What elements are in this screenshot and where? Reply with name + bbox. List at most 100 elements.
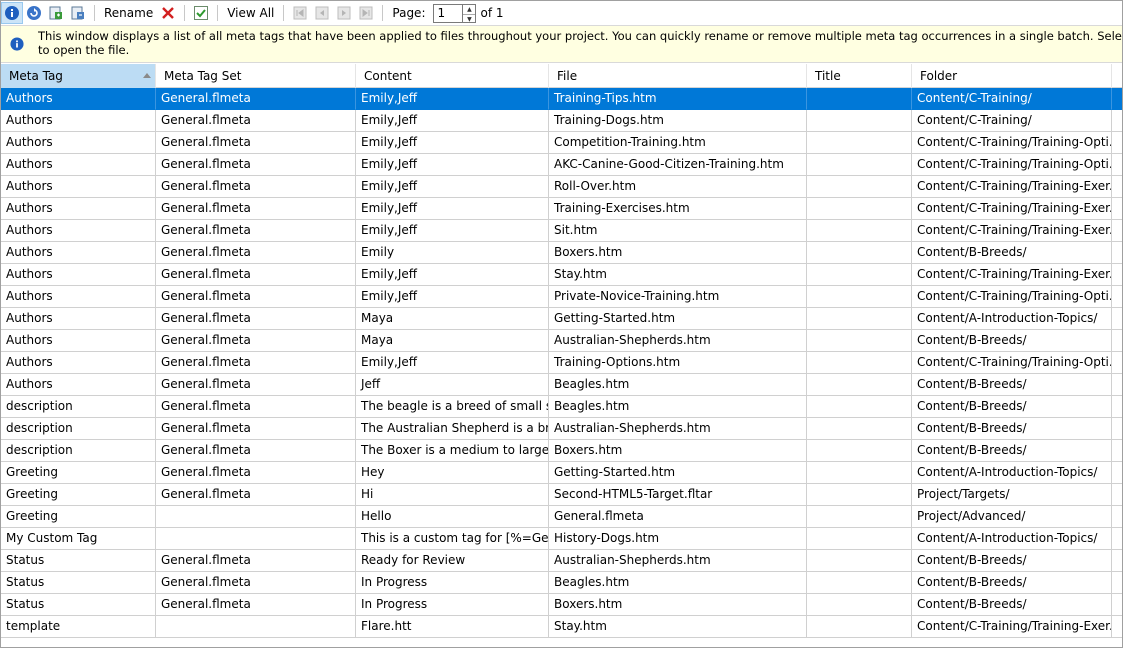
refresh-icon[interactable] <box>23 2 45 24</box>
title-cell <box>807 462 912 484</box>
table-row[interactable]: Status General.flmeta In Progress Beagles.h… <box>1 572 1122 594</box>
toolbar-separator <box>382 5 384 21</box>
table-row[interactable]: Authors General.flmeta Maya Getting-Started… <box>1 308 1122 330</box>
row-filler <box>1112 330 1122 352</box>
row-filler <box>1112 572 1122 594</box>
title-cell <box>807 264 912 286</box>
content-cell: Emily,Jeff <box>356 176 549 198</box>
folder-cell: Content/B-Breeds/ <box>912 396 1112 418</box>
table-row[interactable]: Authors General.flmeta Emily,Jeff Competiti… <box>1 132 1122 154</box>
column-header-content[interactable]: Content <box>356 64 549 88</box>
table-row[interactable]: Authors General.flmeta Emily,Jeff Training-… <box>1 88 1122 110</box>
file-cell: Training-Options.htm <box>549 352 807 374</box>
table-row[interactable]: Greeting Hello General.flmeta Project/Advan… <box>1 506 1122 528</box>
table-row[interactable]: Authors General.flmeta Emily,Jeff Training-… <box>1 198 1122 220</box>
table-row[interactable]: Authors General.flmeta Jeff Beagles.htm Cont… <box>1 374 1122 396</box>
page-label: Page: <box>392 6 426 20</box>
folder-cell: Content/C-Training/Training-Exer... <box>912 220 1112 242</box>
column-header-file[interactable]: File <box>549 64 807 88</box>
meta-tag-set-cell: General.flmeta <box>156 396 356 418</box>
column-header-folder[interactable]: Folder <box>912 64 1112 88</box>
table-row[interactable]: Authors General.flmeta Emily,Jeff Stay.htm C… <box>1 264 1122 286</box>
page-number-input[interactable] <box>433 3 464 23</box>
meta-tag-cell: Authors <box>1 352 156 374</box>
meta-tag-cell: description <box>1 418 156 440</box>
row-filler <box>1112 176 1122 198</box>
row-filler <box>1112 110 1122 132</box>
row-filler <box>1112 418 1122 440</box>
spinner-down-icon[interactable]: ▼ <box>463 13 476 24</box>
row-filler <box>1112 506 1122 528</box>
content-cell: In Progress <box>356 594 549 616</box>
meta-tag-cell: Authors <box>1 198 156 220</box>
row-filler <box>1112 484 1122 506</box>
meta-tag-cell: Authors <box>1 88 156 110</box>
folder-cell: Content/B-Breeds/ <box>912 418 1112 440</box>
delete-icon[interactable] <box>157 2 179 24</box>
meta-tag-set-cell: General.flmeta <box>156 572 356 594</box>
table-row[interactable]: Authors General.flmeta Emily,Jeff Private-N… <box>1 286 1122 308</box>
meta-tag-set-cell <box>156 506 356 528</box>
folder-cell: Content/B-Breeds/ <box>912 374 1112 396</box>
check-icon[interactable] <box>190 2 212 24</box>
rename-button[interactable]: Rename <box>100 2 157 24</box>
column-header-meta-tag-set[interactable]: Meta Tag Set <box>156 64 356 88</box>
column-header-meta-tag[interactable]: Meta Tag <box>1 64 156 88</box>
folder-cell: Content/C-Training/ <box>912 110 1112 132</box>
prev-page-icon[interactable] <box>311 2 333 24</box>
table-row[interactable]: description General.flmeta The Australian … <box>1 418 1122 440</box>
next-page-icon[interactable] <box>333 2 355 24</box>
info-icon[interactable] <box>1 2 23 24</box>
file-cell: Beagles.htm <box>549 572 807 594</box>
table-row[interactable]: template Flare.htt Stay.htm Content/C-Train… <box>1 616 1122 638</box>
file-cell: Beagles.htm <box>549 396 807 418</box>
row-filler <box>1112 550 1122 572</box>
file-cell: Australian-Shepherds.htm <box>549 418 807 440</box>
table-row[interactable]: Authors General.flmeta Emily Boxers.htm Cont… <box>1 242 1122 264</box>
content-cell: Emily,Jeff <box>356 110 549 132</box>
content-cell: Emily,Jeff <box>356 220 549 242</box>
export-icon[interactable] <box>45 2 67 24</box>
table-row[interactable]: Authors General.flmeta Maya Australian-Shep… <box>1 330 1122 352</box>
table-row[interactable]: description General.flmeta The Boxer is a … <box>1 440 1122 462</box>
meta-tag-cell: Authors <box>1 154 156 176</box>
table-row[interactable]: Greeting General.flmeta Hi Second-HTML5-Tar… <box>1 484 1122 506</box>
content-cell: Flare.htt <box>356 616 549 638</box>
content-cell: Emily,Jeff <box>356 132 549 154</box>
table-row[interactable]: Authors General.flmeta Emily,Jeff Roll-Over… <box>1 176 1122 198</box>
table-row[interactable]: Status General.flmeta In Progress Boxers.ht… <box>1 594 1122 616</box>
folder-cell: Content/B-Breeds/ <box>912 550 1112 572</box>
table-row[interactable]: My Custom Tag This is a custom tag for [%… <box>1 528 1122 550</box>
table-row[interactable]: description General.flmeta The beagle is a… <box>1 396 1122 418</box>
table-row[interactable]: Authors General.flmeta Emily,Jeff Training-… <box>1 352 1122 374</box>
title-cell <box>807 374 912 396</box>
column-header-title[interactable]: Title <box>807 64 912 88</box>
folder-cell: Content/C-Training/Training-Opti... <box>912 132 1112 154</box>
toolbar: Rename View All Page: ▲ ▼ of 1 <box>1 1 1122 26</box>
view-all-button[interactable]: View All <box>223 2 278 24</box>
meta-tag-cell: Authors <box>1 308 156 330</box>
title-cell <box>807 594 912 616</box>
first-page-icon[interactable] <box>289 2 311 24</box>
folder-cell: Project/Targets/ <box>912 484 1112 506</box>
folder-cell: Content/C-Training/Training-Opti... <box>912 352 1112 374</box>
toolbar-separator <box>184 5 186 21</box>
info-bar: This window displays a list of all meta … <box>1 26 1122 63</box>
table-row[interactable]: Status General.flmeta Ready for Review Aust… <box>1 550 1122 572</box>
import-icon[interactable] <box>67 2 89 24</box>
spinner-up-icon[interactable]: ▲ <box>463 5 475 14</box>
info-message-line1: This window displays a list of all meta … <box>38 29 1122 43</box>
folder-cell: Content/C-Training/Training-Exer... <box>912 616 1112 638</box>
table-row[interactable]: Authors General.flmeta Emily,Jeff AKC-Canin… <box>1 154 1122 176</box>
meta-tag-cell: Status <box>1 572 156 594</box>
table-row[interactable]: Authors General.flmeta Emily,Jeff Sit.htm Co… <box>1 220 1122 242</box>
table-row[interactable]: Greeting General.flmeta Hey Getting-Started… <box>1 462 1122 484</box>
content-cell: The Australian Shepherd is a bree... <box>356 418 549 440</box>
table-row[interactable]: Authors General.flmeta Emily,Jeff Training-… <box>1 110 1122 132</box>
toolbar-separator <box>283 5 285 21</box>
last-page-icon[interactable] <box>355 2 377 24</box>
folder-cell: Content/C-Training/Training-Exer... <box>912 176 1112 198</box>
file-cell: Competition-Training.htm <box>549 132 807 154</box>
row-filler <box>1112 198 1122 220</box>
page-spinner[interactable]: ▲ ▼ <box>463 3 477 24</box>
